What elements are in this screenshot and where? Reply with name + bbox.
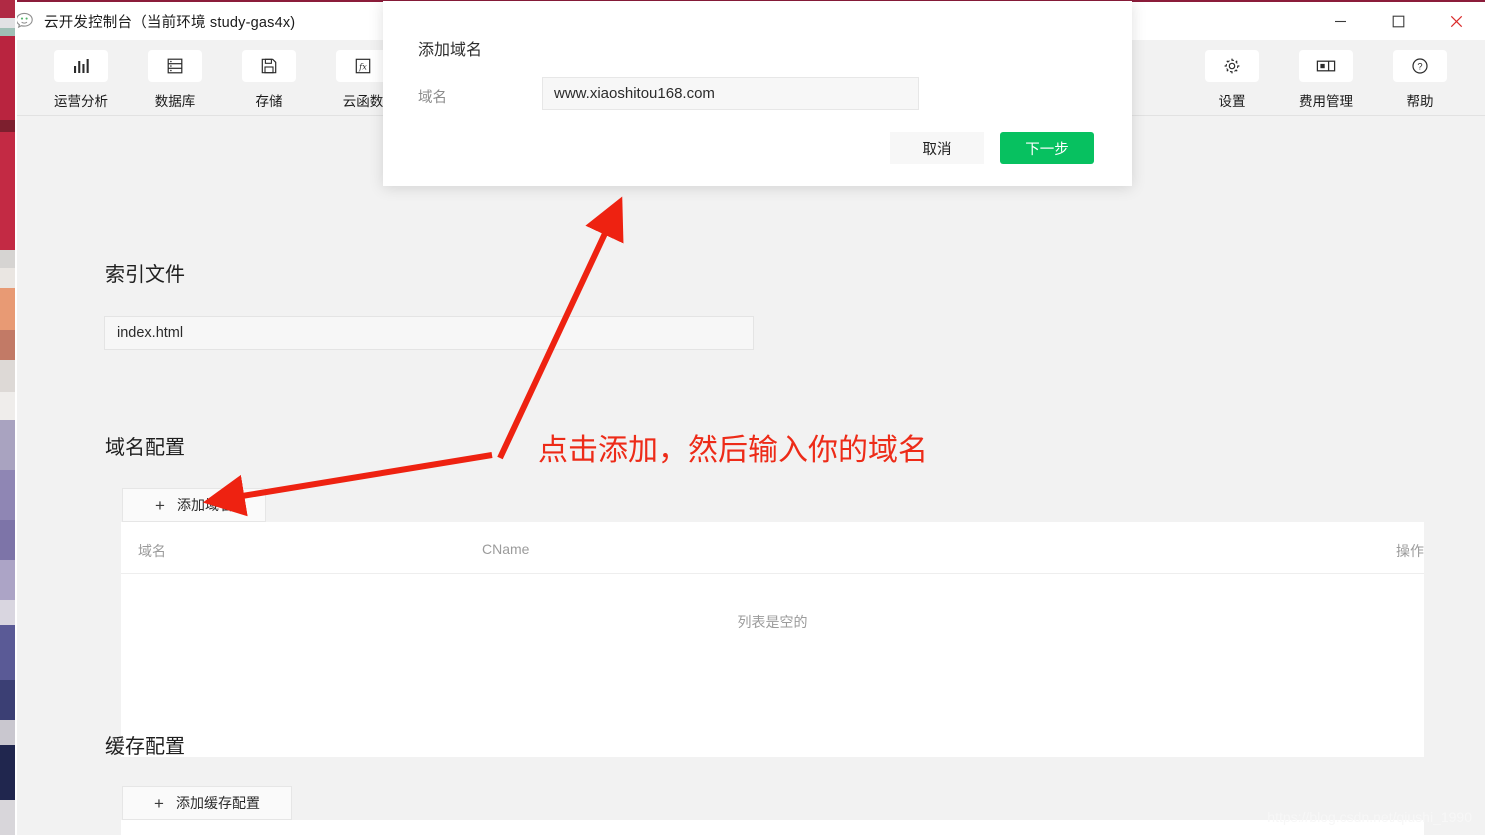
toolbar-label: 费用管理 [1299,94,1353,109]
add-cache-label: 添加缓存配置 [175,795,260,811]
plus-icon: + [155,495,165,515]
domain-table: 域名 CName 操作 列表是空的 [121,522,1424,757]
background-app-sliver [0,0,15,835]
floppy-save-icon [242,50,296,82]
maximize-icon [1392,15,1404,27]
toolbar-item-analytics[interactable]: 运营分析 [34,46,128,110]
toolbar-label: 运营分析 [54,94,108,109]
toolbar-item-settings[interactable]: 设置 [1185,46,1279,110]
toolbar-label: 帮助 [1406,94,1434,109]
column-header-action: 操作 [1396,543,1424,559]
toolbar-label: 数据库 [154,94,196,109]
add-domain-button[interactable]: + 添加域名 [122,488,266,522]
dialog-actions: 取消 下一步 [890,132,1094,164]
app-root: 云开发控制台（当前环境 study-gas4x) 运营分析 数据库 存储 fx … [0,0,1485,835]
section-title-domain: 域名配置 [105,437,185,459]
svg-text:fx: fx [358,61,367,71]
domain-table-empty-state: 列表是空的 [737,614,808,630]
cache-table [121,820,1424,835]
toolbar-label: 云函数 [342,94,384,109]
next-step-button[interactable]: 下一步 [1000,132,1094,164]
gear-icon [1205,50,1259,82]
toolbar-item-help[interactable]: ? 帮助 [1373,46,1467,110]
annotation-text: 点击添加，然后输入你的域名 [538,434,928,467]
cloudbase-console-window: 云开发控制台（当前环境 study-gas4x) 运营分析 数据库 存储 fx … [17,0,1485,835]
minimize-button[interactable] [1311,2,1369,40]
page-content: 对托管的网站进行配置，有助于降低流 索引文件 index.html 域名配置 +… [17,117,1485,835]
column-header-domain: 域名 [138,543,166,559]
fx-function-icon: fx [336,50,390,82]
cancel-button[interactable]: 取消 [890,132,984,164]
dialog-field-label: 域名 [418,90,447,106]
domain-table-header: 域名 CName 操作 [121,522,1424,574]
database-icon [148,50,202,82]
section-title-index: 索引文件 [105,264,185,286]
column-header-cname: CName [482,541,530,557]
window-controls [1311,2,1485,40]
index-file-input[interactable]: index.html [104,316,754,350]
minimize-icon [1334,20,1346,22]
plus-icon: + [154,793,164,813]
dialog-title: 添加域名 [418,42,483,59]
watermark-text: https://blog.csdn.net/qiushi_1990 [1267,809,1472,825]
toolbar-item-database[interactable]: 数据库 [128,46,222,110]
toolbar-item-storage[interactable]: 存储 [222,46,316,110]
add-cache-config-button[interactable]: + 添加缓存配置 [122,786,292,820]
bar-chart-icon [54,50,108,82]
close-button[interactable] [1427,2,1485,40]
question-circle-icon: ? [1393,50,1447,82]
billing-panel-icon [1299,50,1353,82]
maximize-button[interactable] [1369,2,1427,40]
svg-text:?: ? [1417,61,1422,72]
domain-name-input[interactable]: www.xiaoshitou168.com [542,77,919,110]
add-domain-dialog: 添加域名 域名 www.xiaoshitou168.com 取消 下一步 [383,1,1132,186]
toolbar-item-billing[interactable]: 费用管理 [1279,46,1373,110]
window-title: 云开发控制台（当前环境 study-gas4x) [44,14,296,31]
wechat-bubble-icon [17,12,35,30]
add-domain-label: 添加域名 [176,497,233,513]
toolbar-right-group: 设置 费用管理 ? 帮助 [1185,46,1467,110]
title-bar-left: 云开发控制台（当前环境 study-gas4x) [17,11,295,32]
close-icon [1450,15,1462,27]
toolbar-label: 设置 [1218,94,1246,109]
section-title-cache: 缓存配置 [105,736,185,758]
toolbar-label: 存储 [255,94,283,109]
